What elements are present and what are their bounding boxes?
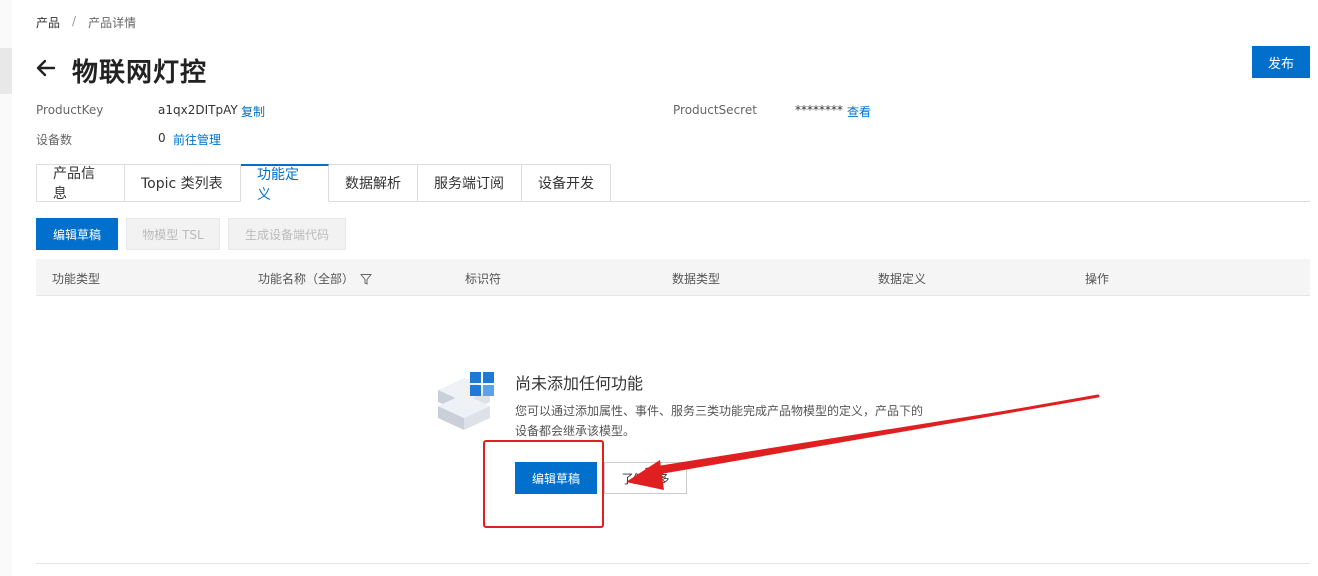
column-header: 操作: [1085, 272, 1110, 286]
manage-link[interactable]: 前往管理: [173, 131, 221, 148]
column-header: 数据类型: [672, 272, 721, 286]
empty-state-title: 尚未添加任何功能: [515, 374, 644, 393]
tab-bar: 产品信息 Topic 类列表 功能定义 数据解析 服务端订阅 设备开发: [36, 164, 611, 203]
tab-function-definition[interactable]: 功能定义: [241, 164, 329, 203]
column-header: 数据定义: [878, 272, 927, 286]
tab-topic-list[interactable]: Topic 类列表: [125, 164, 241, 202]
column-header: 功能类型: [52, 272, 101, 286]
back-arrow-icon[interactable]: [34, 56, 58, 80]
tab-data-parsing[interactable]: 数据解析: [329, 164, 418, 202]
breadcrumb-separator: /: [72, 14, 77, 28]
learn-more-button[interactable]: 了解更多: [604, 462, 687, 494]
table-header: 功能类型 功能名称（全部） 标识符 数据类型 数据定义 操作: [36, 259, 1310, 296]
edit-draft-button[interactable]: 编辑草稿: [36, 218, 118, 250]
empty-edit-draft-button[interactable]: 编辑草稿: [515, 462, 597, 494]
tab-server-subscription[interactable]: 服务端订阅: [418, 164, 522, 202]
product-secret-value: ********: [795, 103, 843, 117]
breadcrumb: 产品 / 产品详情: [36, 14, 136, 31]
column-header[interactable]: 功能名称（全部）: [258, 270, 373, 287]
breadcrumb-root[interactable]: 产品: [36, 14, 60, 31]
device-count-value: 0: [158, 131, 166, 145]
table-bottom-border: [36, 563, 1310, 564]
tab-product-info[interactable]: 产品信息: [36, 164, 125, 202]
tsl-model-button[interactable]: 物模型 TSL: [126, 218, 220, 250]
copy-link[interactable]: 复制: [241, 103, 265, 120]
tab-device-development[interactable]: 设备开发: [522, 164, 611, 202]
device-count-label: 设备数: [36, 133, 73, 147]
product-secret-label: ProductSecret: [673, 103, 757, 117]
empty-state-description: 您可以通过添加属性、事件、服务三类功能完成产品物模型的定义，产品下的设备都会继承…: [515, 404, 924, 438]
product-key-value: a1qx2DITpAY: [158, 103, 238, 117]
side-gutter-marker: [0, 48, 12, 94]
publish-button[interactable]: 发布: [1252, 46, 1310, 78]
view-secret-link[interactable]: 查看: [847, 103, 871, 120]
filter-icon[interactable]: [360, 273, 373, 285]
generate-code-button[interactable]: 生成设备端代码: [228, 218, 346, 250]
empty-state-box-icon: [438, 372, 494, 430]
breadcrumb-current: 产品详情: [88, 16, 137, 30]
column-header: 标识符: [465, 272, 502, 286]
product-key-label: ProductKey: [36, 103, 104, 117]
page-title: 物联网灯控: [72, 58, 208, 88]
